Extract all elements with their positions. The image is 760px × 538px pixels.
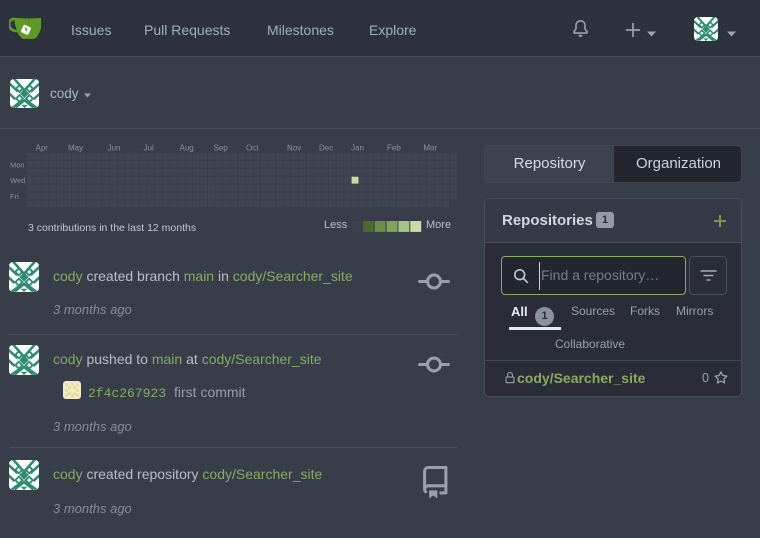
svg-text:Sep: Sep — [214, 144, 229, 153]
svg-text:Aug: Aug — [180, 144, 194, 153]
svg-text:Oct: Oct — [246, 144, 259, 153]
svg-text:Apr: Apr — [36, 144, 49, 153]
svg-text:Feb: Feb — [387, 144, 401, 153]
svg-text:Jun: Jun — [108, 144, 121, 153]
svg-text:Wed: Wed — [10, 176, 25, 185]
svg-text:Dec: Dec — [319, 144, 333, 153]
svg-text:May: May — [68, 144, 83, 153]
svg-text:Fri: Fri — [10, 192, 19, 201]
svg-text:Jul: Jul — [144, 144, 154, 153]
svg-text:Nov: Nov — [287, 144, 301, 153]
svg-text:Jan: Jan — [351, 144, 364, 153]
svg-text:Mon: Mon — [10, 160, 25, 169]
svg-text:Mar: Mar — [423, 144, 437, 153]
